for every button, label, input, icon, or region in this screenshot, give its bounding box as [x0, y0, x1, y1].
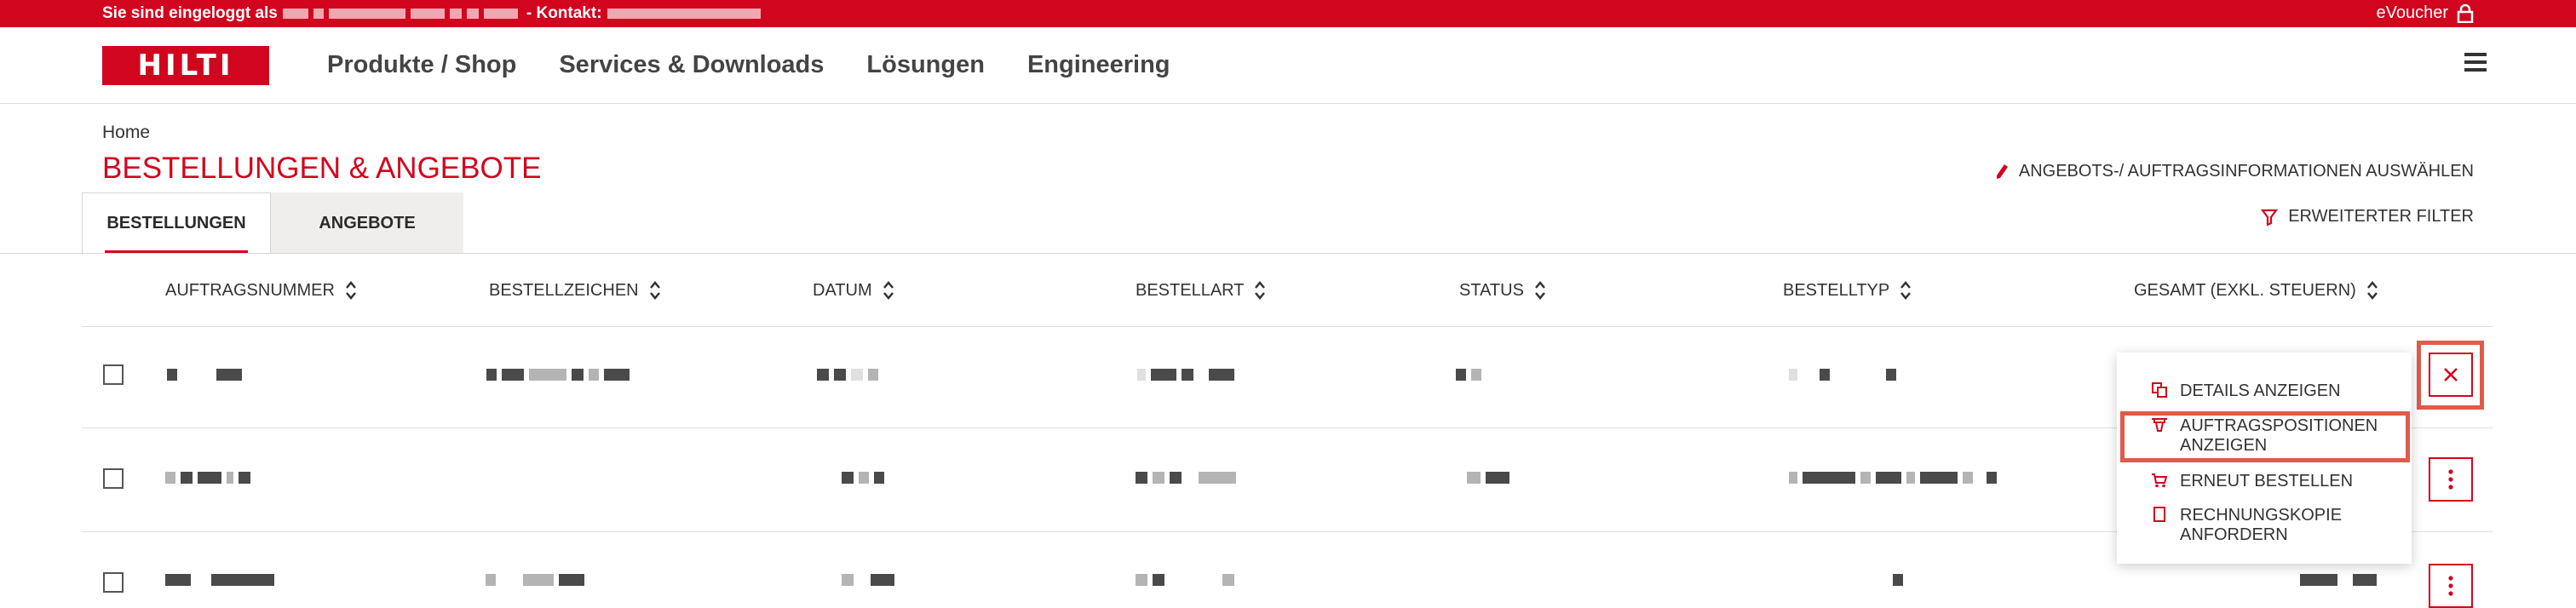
redacted-username — [466, 9, 479, 19]
redacted-cell — [1893, 574, 1903, 586]
filter-icon — [2261, 209, 2279, 226]
row-checkbox[interactable] — [103, 364, 124, 385]
redacted-cell — [1136, 472, 1236, 484]
redacted-cell — [817, 369, 878, 381]
redacted-cell — [1136, 574, 1234, 586]
redacted-cell — [1789, 369, 1896, 381]
nav-item-solutions[interactable]: Lösungen — [866, 51, 985, 79]
contact-label: - Kontakt: — [526, 4, 602, 22]
document-icon — [2151, 506, 2168, 523]
highlight-frame — [2120, 411, 2410, 462]
hamburger-menu-icon[interactable] — [2464, 53, 2487, 72]
select-info-label: ANGEBOTS-/ AUFTRAGSINFORMATIONEN AUSWÄHL… — [2018, 162, 2474, 181]
redacted-cell — [1456, 369, 1481, 381]
nav-item-products-shop[interactable]: Produkte / Shop — [327, 51, 516, 79]
column-header-date[interactable]: DATUM — [813, 278, 894, 303]
column-label: DATUM — [813, 280, 872, 300]
cart-icon — [2151, 472, 2168, 489]
more-vertical-icon — [2448, 576, 2453, 596]
sort-icon — [1534, 281, 1545, 300]
advanced-filter-button[interactable]: ERWEITERTER FILTER — [2261, 207, 2474, 227]
select-info-button[interactable]: ANGEBOTS-/ AUFTRAGSINFORMATIONEN AUSWÄHL… — [1995, 162, 2474, 181]
login-text: Sie sind eingeloggt als — [102, 4, 278, 22]
tab-divider — [0, 253, 2576, 254]
tab-quotes[interactable]: ANGEBOTE — [271, 192, 463, 254]
login-bar: Sie sind eingeloggt als - Kontakt: eVouc… — [0, 0, 2576, 27]
column-header-order-number[interactable]: AUFTRAGSNUMMER — [165, 278, 357, 303]
menu-item-label: DETAILS ANZEIGEN — [2180, 381, 2341, 400]
column-header-status[interactable]: STATUS — [1459, 278, 1546, 303]
redacted-cell — [1137, 369, 1234, 381]
header-divider — [82, 326, 2493, 327]
row-checkbox[interactable] — [103, 468, 124, 489]
redacted-username — [328, 9, 405, 19]
row-checkbox[interactable] — [103, 572, 124, 593]
column-header-order-reference[interactable]: BESTELLZEICHEN — [489, 278, 661, 303]
column-label: STATUS — [1459, 280, 1524, 300]
redacted-username — [449, 9, 462, 19]
column-header-total[interactable]: GESAMT (EXKL. STEUERN) — [2134, 278, 2378, 303]
menu-item-show-details[interactable]: DETAILS ANZEIGEN — [2151, 381, 2341, 401]
sort-icon — [1255, 281, 1266, 300]
redacted-cell — [165, 472, 250, 484]
redacted-username — [313, 9, 324, 19]
menu-item-label: ERNEUT BESTELLEN — [2180, 472, 2354, 490]
sort-icon — [2366, 281, 2378, 300]
main-header: HILTI Produkte / Shop Services & Downloa… — [0, 27, 2576, 104]
redacted-cell — [1467, 472, 1509, 484]
column-label: GESAMT (EXKL. STEUERN) — [2134, 280, 2356, 300]
redacted-username — [410, 9, 445, 19]
column-label: BESTELLTYP — [1783, 280, 1890, 300]
evoucher-label: eVoucher — [2376, 3, 2448, 22]
column-header-order-type[interactable]: BESTELLTYP — [1783, 278, 1912, 303]
copy-icon — [2151, 381, 2168, 399]
menu-item-label: RECHNUNGSKOPIE ANFORDERN — [2180, 506, 2343, 544]
sort-icon — [883, 281, 894, 300]
redacted-username — [282, 9, 308, 19]
redacted-cell — [842, 574, 894, 586]
login-info: Sie sind eingeloggt als - Kontakt: — [102, 4, 761, 23]
nav-item-services-downloads[interactable]: Services & Downloads — [559, 51, 824, 79]
main-nav: Produkte / Shop Services & Downloads Lös… — [327, 51, 1170, 79]
logo-text: HILTI — [137, 49, 234, 83]
column-label: BESTELLART — [1136, 280, 1245, 300]
menu-item-request-invoice-copy[interactable]: RECHNUNGSKOPIE ANFORDERN — [2151, 506, 2384, 545]
redacted-contact — [607, 9, 761, 19]
page-title: BESTELLUNGEN & ANGEBOTE — [102, 152, 542, 185]
nav-item-engineering[interactable]: Engineering — [1027, 51, 1170, 79]
column-header-order-kind[interactable]: BESTELLART — [1136, 278, 1266, 303]
highlight-frame — [2417, 341, 2484, 410]
evoucher-link[interactable]: eVoucher — [2376, 3, 2474, 23]
redacted-cell — [1789, 472, 1997, 484]
hilti-logo[interactable]: HILTI — [102, 46, 269, 85]
redacted-cell — [167, 369, 242, 381]
lock-icon — [2457, 3, 2474, 23]
row-actions-button[interactable] — [2429, 457, 2473, 502]
sort-icon — [649, 281, 660, 300]
redacted-cell — [2300, 574, 2377, 586]
redacted-cell — [842, 472, 884, 484]
pencil-icon — [1996, 163, 2008, 179]
redacted-cell — [165, 574, 274, 586]
column-label: BESTELLZEICHEN — [489, 280, 639, 300]
tab-orders[interactable]: BESTELLUNGEN — [82, 192, 271, 254]
column-label: AUFTRAGSNUMMER — [165, 280, 335, 300]
sort-icon — [345, 281, 356, 300]
sort-icon — [1900, 281, 1912, 300]
menu-item-reorder[interactable]: ERNEUT BESTELLEN — [2151, 472, 2353, 491]
more-vertical-icon — [2448, 469, 2453, 490]
advanced-filter-label: ERWEITERTER FILTER — [2288, 207, 2474, 226]
redacted-cell — [486, 574, 584, 586]
redacted-cell — [486, 369, 630, 381]
breadcrumb-home[interactable]: Home — [102, 123, 150, 143]
redacted-username — [483, 9, 518, 19]
tab-bar: BESTELLUNGEN ANGEBOTE — [82, 192, 463, 254]
row-actions-button[interactable] — [2429, 564, 2473, 608]
